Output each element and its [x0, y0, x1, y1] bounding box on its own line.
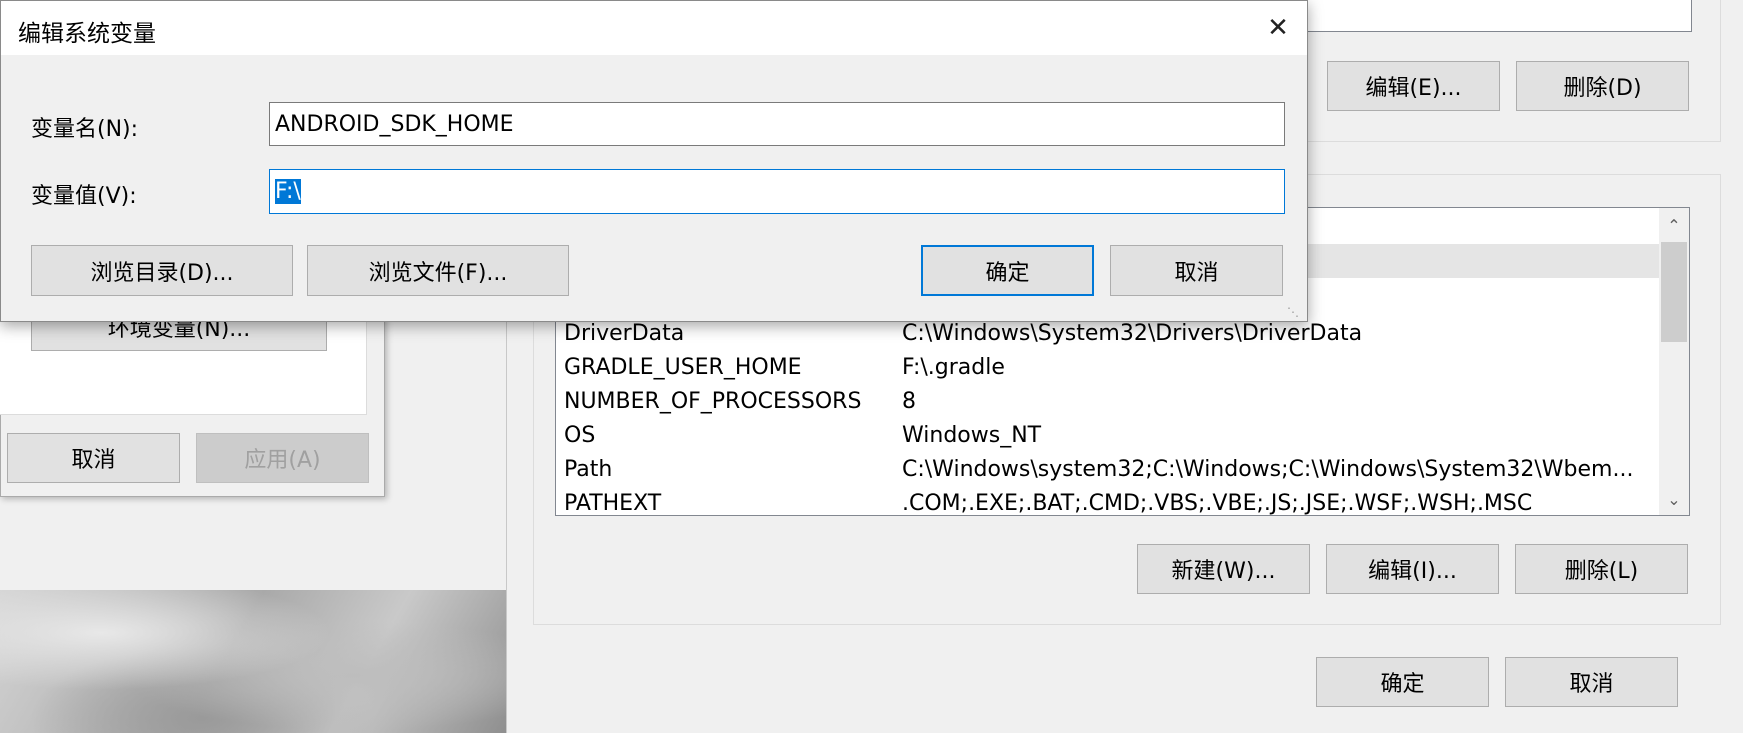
var-value: .COM;.EXE;.BAT;.CMD;.VBS;.VBE;.JS;.JSE;.…: [902, 490, 1533, 516]
variable-name-label: 变量名(N):: [31, 117, 139, 142]
props-cancel-button[interactable]: 取消: [7, 433, 180, 483]
var-name: PATHEXT: [564, 490, 662, 516]
table-row[interactable]: GRADLE_USER_HOME F:\.gradle: [556, 350, 1661, 384]
variable-value-selected-text: F:\: [275, 179, 301, 204]
var-name: Path: [564, 456, 613, 482]
scroll-thumb[interactable]: [1661, 242, 1687, 342]
desktop-wallpaper: [0, 590, 506, 733]
close-icon[interactable]: ✕: [1249, 1, 1307, 55]
user-delete-button[interactable]: 删除(D): [1516, 61, 1689, 111]
table-row[interactable]: Path C:\Windows\system32;C:\Windows;C:\W…: [556, 452, 1661, 486]
table-row[interactable]: OS Windows_NT: [556, 418, 1661, 452]
var-name: GRADLE_USER_HOME: [564, 354, 802, 380]
table-row[interactable]: PATHEXT .COM;.EXE;.BAT;.CMD;.VBS;.VBE;.J…: [556, 486, 1661, 516]
dialog-titlebar[interactable]: 编辑系统变量 ✕: [1, 1, 1307, 55]
env-ok-button[interactable]: 确定: [1316, 657, 1489, 707]
var-value: F:\.gradle: [902, 354, 1005, 380]
variable-value-input[interactable]: F:\: [269, 169, 1285, 214]
vertical-scrollbar[interactable]: ⌃ ⌄: [1659, 208, 1689, 515]
env-cancel-button[interactable]: 取消: [1505, 657, 1678, 707]
var-name: OS: [564, 422, 596, 448]
var-name: NUMBER_OF_PROCESSORS: [564, 388, 862, 414]
var-value: C:\Windows\system32;C:\Windows;C:\Window…: [902, 456, 1634, 482]
browse-directory-button[interactable]: 浏览目录(D)...: [31, 245, 293, 296]
ok-button[interactable]: 确定: [921, 245, 1094, 296]
var-value: Windows_NT: [902, 422, 1042, 448]
edit-system-variable-dialog: 编辑系统变量 ✕ 变量名(N): ANDROID_SDK_HOME 变量值(V)…: [0, 0, 1308, 322]
apply-button: 应用(A): [196, 433, 369, 483]
var-value: 8: [902, 388, 916, 414]
user-edit-button[interactable]: 编辑(E)...: [1327, 61, 1500, 111]
var-name: DriverData: [564, 320, 685, 346]
scroll-down-icon[interactable]: ⌄: [1659, 484, 1689, 514]
table-row[interactable]: NUMBER_OF_PROCESSORS 8: [556, 384, 1661, 418]
dialog-title: 编辑系统变量: [18, 21, 156, 47]
resize-grip-icon[interactable]: ⋱: [1287, 305, 1303, 321]
variable-name-input[interactable]: ANDROID_SDK_HOME: [269, 102, 1285, 146]
var-value: C:\Windows\System32\Drivers\DriverData: [902, 320, 1363, 346]
system-edit-button[interactable]: 编辑(I)...: [1326, 544, 1499, 594]
variable-name-value: ANDROID_SDK_HOME: [275, 111, 514, 137]
system-delete-button[interactable]: 删除(L): [1515, 544, 1688, 594]
system-new-button[interactable]: 新建(W)...: [1137, 544, 1310, 594]
cancel-button[interactable]: 取消: [1110, 245, 1283, 296]
scroll-up-icon[interactable]: ⌃: [1659, 210, 1689, 240]
variable-value-label: 变量值(V):: [31, 184, 137, 209]
browse-file-button[interactable]: 浏览文件(F)...: [307, 245, 569, 296]
